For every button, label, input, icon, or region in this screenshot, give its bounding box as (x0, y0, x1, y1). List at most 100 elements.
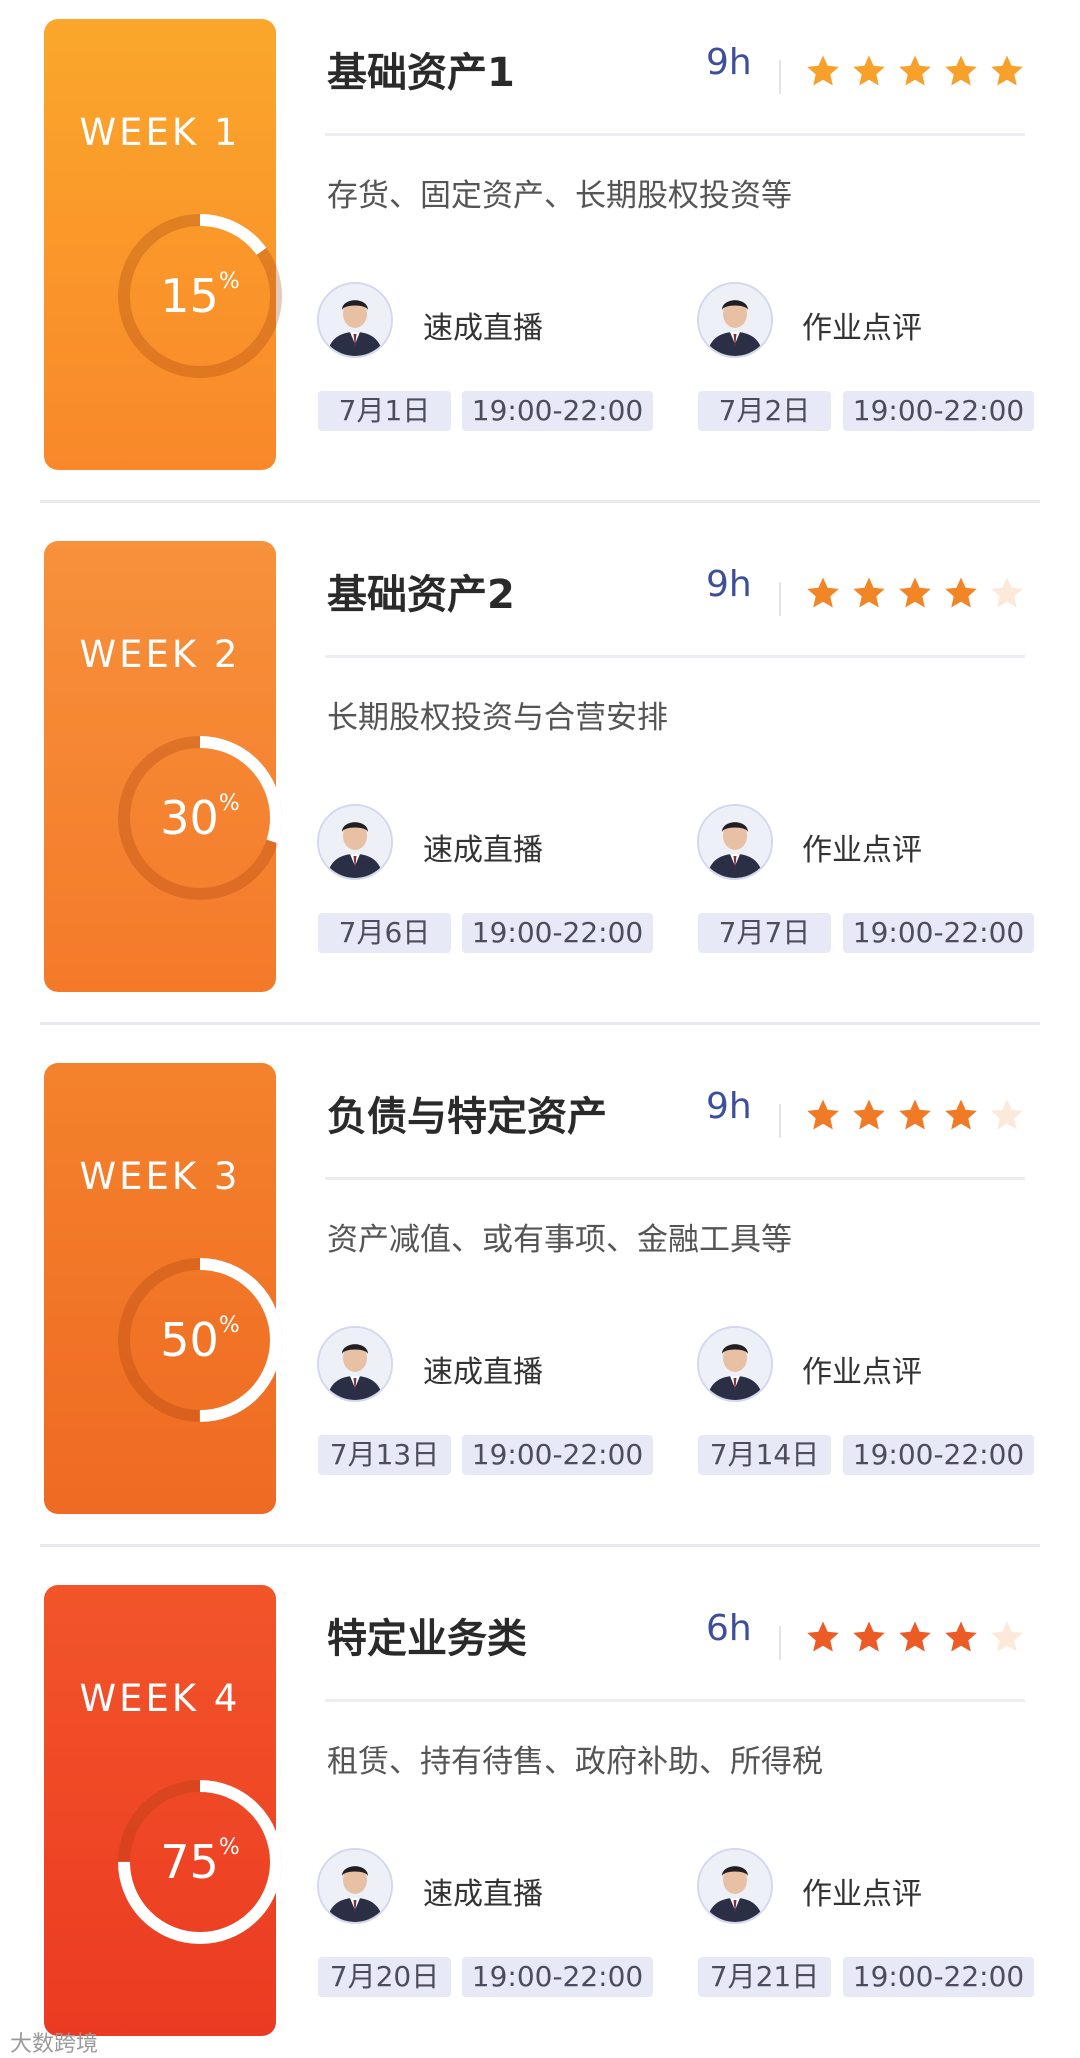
person-icon (699, 1328, 771, 1400)
person-icon (319, 806, 391, 878)
separator (779, 582, 781, 616)
live-session-label: 速成直播 (423, 311, 543, 346)
star-icon (807, 577, 839, 608)
star-icon (945, 1621, 977, 1652)
review-time-chip: 19:00-22:00 (843, 1435, 1034, 1475)
section-divider (40, 1022, 1040, 1025)
reviewer-avatar (697, 282, 773, 358)
star-icon (991, 1621, 1023, 1652)
homework-review-label: 作业点评 (802, 1355, 922, 1390)
lecturer-avatar (317, 1326, 393, 1402)
star-icon (991, 1099, 1023, 1130)
course-title: 负债与特定资产 (327, 1094, 607, 1140)
person-icon (319, 284, 391, 356)
course-topics: 资产减值、或有事项、金融工具等 (327, 1222, 792, 1258)
course-topics: 长期股权投资与合营安排 (327, 700, 668, 736)
progress-percent: 15% (160, 269, 240, 323)
course-title: 基础资产2 (327, 572, 515, 618)
star-icon (807, 1621, 839, 1652)
title-divider (325, 133, 1025, 136)
star-icon (945, 577, 977, 608)
progress-percent: 50% (160, 1313, 240, 1367)
star-icon (991, 55, 1023, 86)
section-divider (40, 500, 1040, 503)
lecturer-avatar (317, 804, 393, 880)
review-date-chip: 7月2日 (698, 391, 831, 431)
week-label: WEEK 1 (79, 111, 241, 154)
separator (779, 1104, 781, 1138)
separator (779, 60, 781, 94)
review-time-chip: 19:00-22:00 (843, 913, 1034, 953)
review-time-chip: 19:00-22:00 (843, 1957, 1034, 1997)
star-icon (899, 1099, 931, 1130)
week-badge: WEEK 1 15% (44, 19, 282, 470)
difficulty-rating (806, 1620, 1036, 1658)
course-topics: 存货、固定资产、长期股权投资等 (327, 178, 792, 214)
review-date-chip: 7月21日 (698, 1957, 831, 1997)
difficulty-rating (806, 1098, 1036, 1136)
lecturer-avatar (317, 1848, 393, 1924)
title-divider (325, 1177, 1025, 1180)
live-session-label: 速成直播 (423, 1877, 543, 1912)
star-icon (991, 577, 1023, 608)
section-divider (40, 1544, 1040, 1547)
course-hours: 9h (706, 1086, 752, 1127)
week-badge: WEEK 3 50% (44, 1063, 282, 1514)
star-icon (945, 55, 977, 86)
star-icon (899, 577, 931, 608)
title-divider (325, 1699, 1025, 1702)
week-card-4[interactable]: WEEK 4 75% 特定业务类 6h 租赁、持有待售、政府补助、所得税 速成直… (0, 1566, 1080, 2046)
live-date-chip: 7月6日 (318, 913, 451, 953)
week-card-2[interactable]: WEEK 2 30% 基础资产2 9h 长期股权投资与合营安排 速成直播 作业点… (0, 522, 1080, 1025)
watermark: 大数跨境 (10, 2032, 99, 2057)
homework-review-label: 作业点评 (802, 311, 922, 346)
week-label: WEEK 3 (79, 1155, 241, 1198)
person-icon (699, 284, 771, 356)
review-date-chip: 7月7日 (698, 913, 831, 953)
course-title: 基础资产1 (327, 50, 515, 96)
star-icon (807, 55, 839, 86)
course-hours: 6h (706, 1608, 752, 1649)
title-divider (325, 655, 1025, 658)
star-icon (899, 55, 931, 86)
week-badge: WEEK 2 30% (44, 541, 282, 992)
week-badge: WEEK 4 75% (44, 1585, 282, 2036)
star-icon (945, 1099, 977, 1130)
reviewer-avatar (697, 1326, 773, 1402)
star-icon (899, 1621, 931, 1652)
live-session-label: 速成直播 (423, 833, 543, 868)
lecturer-avatar (317, 282, 393, 358)
course-title: 特定业务类 (327, 1616, 527, 1662)
live-date-chip: 7月13日 (318, 1435, 451, 1475)
live-session-label: 速成直播 (423, 1355, 543, 1390)
progress-percent: 30% (160, 791, 240, 845)
review-date-chip: 7月14日 (698, 1435, 831, 1475)
live-time-chip: 19:00-22:00 (462, 391, 653, 431)
star-icon (807, 1099, 839, 1130)
reviewer-avatar (697, 804, 773, 880)
live-time-chip: 19:00-22:00 (462, 913, 653, 953)
star-icon (853, 1621, 885, 1652)
week-card-3[interactable]: WEEK 3 50% 负债与特定资产 9h 资产减值、或有事项、金融工具等 速成… (0, 1044, 1080, 1547)
week-card-1[interactable]: WEEK 1 15% 基础资产1 9h 存货、固定资产、长期股权投资等 速成直播… (0, 0, 1080, 503)
separator (779, 1626, 781, 1660)
difficulty-rating (806, 54, 1036, 92)
star-icon (853, 55, 885, 86)
progress-percent: 75% (160, 1835, 240, 1889)
week-label: WEEK 4 (79, 1677, 241, 1720)
course-hours: 9h (706, 42, 752, 83)
person-icon (699, 806, 771, 878)
difficulty-rating (806, 576, 1036, 614)
star-icon (853, 577, 885, 608)
reviewer-avatar (697, 1848, 773, 1924)
homework-review-label: 作业点评 (802, 833, 922, 868)
live-time-chip: 19:00-22:00 (462, 1957, 653, 1997)
live-date-chip: 7月1日 (318, 391, 451, 431)
live-time-chip: 19:00-22:00 (462, 1435, 653, 1475)
person-icon (319, 1328, 391, 1400)
live-date-chip: 7月20日 (318, 1957, 451, 1997)
person-icon (319, 1850, 391, 1922)
week-label: WEEK 2 (79, 633, 241, 676)
star-icon (853, 1099, 885, 1130)
homework-review-label: 作业点评 (802, 1877, 922, 1912)
